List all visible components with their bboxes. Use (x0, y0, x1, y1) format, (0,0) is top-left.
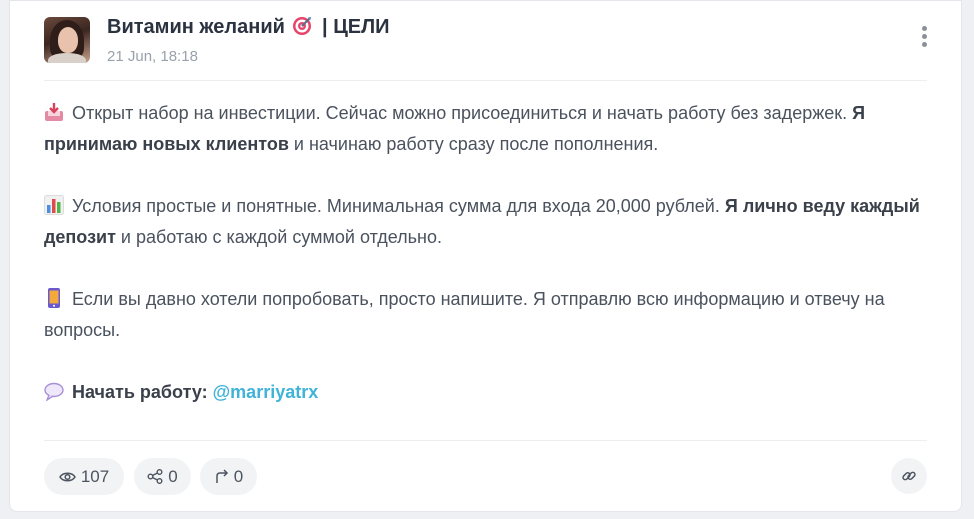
forwards-button[interactable]: 0 (200, 458, 257, 495)
post-body: Открыт набор на инвестиции. Сейчас можно… (44, 98, 924, 439)
cta-label: Начать работу: (72, 382, 208, 402)
username-link[interactable]: @marriyatrx (213, 382, 319, 402)
forwards-count: 0 (233, 466, 244, 486)
speech-bubble-icon (44, 382, 64, 401)
mobile-phone-icon (48, 288, 60, 308)
views-count: 107 (80, 466, 110, 486)
avatar[interactable] (44, 17, 90, 63)
share-icon (147, 469, 163, 484)
inbox-tray-icon (45, 103, 63, 121)
link-icon (902, 471, 916, 481)
shares-count: 0 (168, 466, 178, 486)
bar-chart-icon (44, 195, 64, 215)
target-icon (293, 17, 312, 35)
more-options-icon[interactable] (922, 26, 928, 48)
channel-title[interactable]: Витамин желаний | ЦЕЛИ (107, 16, 390, 39)
views-button[interactable]: 107 (44, 458, 124, 495)
post-card: Витамин желаний | ЦЕЛИ 21 Jun, 18:18 Отк… (9, 0, 962, 512)
paragraph: Если вы давно хотели попробовать, просто… (44, 288, 885, 340)
paragraph: Условия простые и понятные. Минимальная … (44, 195, 920, 247)
divider (44, 440, 927, 441)
forward-arrow-icon (216, 469, 228, 483)
post-date: 21 Jun, 18:18 (107, 48, 198, 65)
post-header: Витамин желаний | ЦЕЛИ 21 Jun, 18:18 (44, 15, 927, 81)
eye-icon (58, 472, 76, 481)
copy-link-button[interactable] (891, 458, 927, 494)
paragraph: Открыт набор на инвестиции. Сейчас можно… (44, 103, 866, 154)
shares-button[interactable]: 0 (134, 458, 191, 495)
paragraph: Начать работу: @marriyatrx (44, 377, 924, 408)
channel-name: Витамин желаний (107, 16, 285, 38)
channel-tag: | ЦЕЛИ (322, 16, 390, 38)
